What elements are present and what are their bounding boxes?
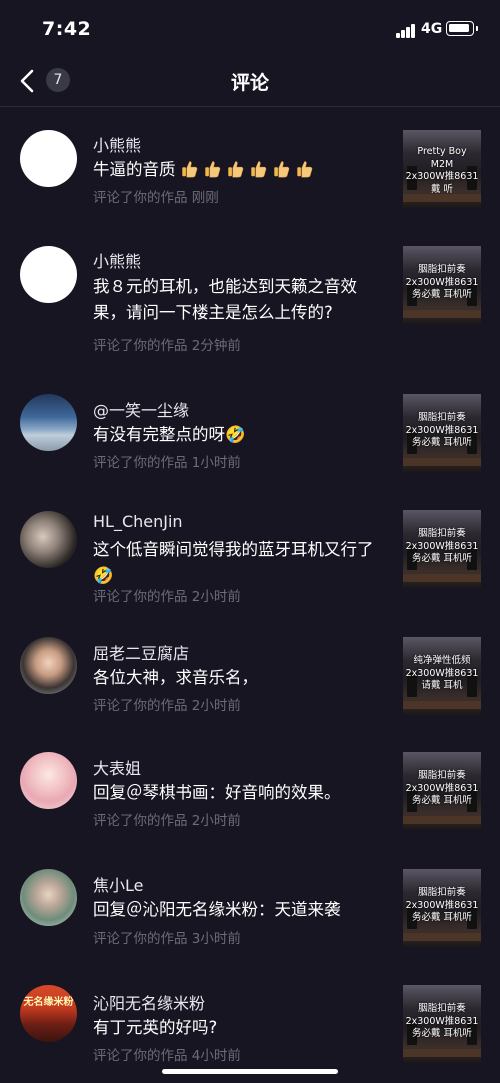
comment-meta: 评论了你的作品 2小时前: [93, 589, 241, 605]
thumbnail-caption-line: 胭脂扣前奏: [418, 264, 466, 275]
thumbs-up-icon: [227, 161, 243, 178]
comment-meta: 评论了你的作品 刚刚: [93, 190, 219, 206]
thumbs-up-icon: [273, 161, 289, 178]
comment-text: 有丁元英的好吗?: [93, 1018, 218, 1037]
video-thumbnail[interactable]: 胭脂扣前奏 2x300W推8631 务必戴 耳机听: [403, 752, 481, 830]
avatar[interactable]: [20, 752, 77, 809]
thumbs-up-icon: [181, 161, 197, 178]
nav-header: 7 评论: [0, 58, 500, 107]
comment-meta: 评论了你的作品 2小时前: [93, 813, 241, 829]
comment-row[interactable]: 小熊熊 我８元的耳机，也能达到天籁之音效果，请问一下楼主是怎么上传的? 评论了你…: [0, 223, 500, 373]
thumbnail-caption-line: 务必戴 耳机听: [411, 795, 473, 806]
page-title: 评论: [230, 72, 269, 94]
comment-meta: 评论了你的作品 2分钟前: [93, 338, 241, 354]
thumbnail-caption-line: 务必戴 耳机听: [411, 437, 473, 448]
thumbnail-caption-line: M2M: [430, 158, 454, 170]
comment-text: 有没有完整点的呀🤣: [93, 425, 246, 444]
video-thumbnail[interactable]: 胭脂扣前奏 2x300W推8631 务必戴 耳机听: [403, 985, 481, 1063]
commenter-name[interactable]: HL_ChenJin: [93, 512, 183, 531]
comment-text-body: 牛逼的音质: [93, 160, 176, 179]
video-thumbnail[interactable]: 纯净弹性低频 2x300W推8631 请戴 耳机: [403, 637, 481, 715]
thumbs-up-icon: [296, 161, 312, 178]
thumbnail-caption-line: 胭脂扣前奏: [418, 770, 466, 781]
comment-text: 牛逼的音质: [93, 157, 389, 183]
video-thumbnail[interactable]: 胭脂扣前奏 2x300W推8631 务必戴 耳机听: [403, 510, 481, 588]
thumbnail-caption-line: 2x300W推8631: [405, 276, 479, 288]
comment-row[interactable]: HL_ChenJin 这个低音瞬间觉得我的蓝牙耳机又行了🤣 评论了你的作品 2小…: [0, 491, 500, 610]
comment-row[interactable]: 小熊熊 牛逼的音质 评论了你的作品 刚刚 Pretty Boy M2M 2x30…: [0, 107, 500, 223]
video-thumbnail[interactable]: 胭脂扣前奏 2x300W推8631 务必戴 耳机听: [403, 394, 481, 472]
comment-text: 我８元的耳机，也能达到天籁之音效果，请问一下楼主是怎么上传的?: [93, 277, 357, 322]
comment-row[interactable]: 无名缘米粉 沁阳无名缘米粉 有丁元英的好吗? 评论了你的作品 4小时前 胭脂扣前…: [0, 963, 500, 1083]
comment-meta: 评论了你的作品 4小时前: [93, 1048, 241, 1064]
thumbnail-caption-line: 2x300W推8631: [405, 1015, 479, 1027]
thumbnail-caption-line: 纯净弹性低频: [413, 655, 471, 666]
signal-icon: [396, 24, 416, 38]
avatar[interactable]: [20, 869, 77, 926]
thumbnail-caption-line: 务必戴 耳机听: [411, 1028, 473, 1039]
battery-icon: [446, 21, 478, 36]
status-bar: 7:42 4G: [0, 0, 500, 58]
thumbnail-caption-line: 胭脂扣前奏: [418, 412, 466, 423]
commenter-name[interactable]: 焦小Le: [93, 872, 143, 896]
comment-meta: 评论了你的作品 2小时前: [93, 698, 241, 714]
comment-text: 这个低音瞬间觉得我的蓝牙耳机又行了🤣: [93, 540, 374, 585]
comment-meta: 评论了你的作品 3小时前: [93, 931, 241, 947]
status-time: 7:42: [42, 18, 92, 40]
commenter-name[interactable]: 小熊熊: [93, 132, 141, 156]
comment-text: 回复＠沁阳无名缘米粉：天道来袭: [93, 900, 341, 919]
video-thumbnail[interactable]: 胭脂扣前奏 2x300W推8631 务必戴 耳机听: [403, 246, 481, 324]
avatar[interactable]: [20, 511, 77, 568]
thumbnail-caption-line: 胭脂扣前奏: [418, 528, 466, 539]
video-thumbnail[interactable]: Pretty Boy M2M 2x300W推8631 戴 听: [403, 130, 481, 208]
avatar[interactable]: [20, 246, 77, 303]
thumbnail-caption-line: 务必戴 耳机听: [411, 553, 473, 564]
home-indicator[interactable]: [162, 1069, 338, 1074]
thumbnail-caption-line: 2x300W推8631: [405, 171, 479, 182]
thumbnail-caption-line: 胭脂扣前奏: [418, 1003, 466, 1014]
comment-row[interactable]: 焦小Le 回复＠沁阳无名缘米粉：天道来袭 评论了你的作品 3小时前 胭脂扣前奏 …: [0, 845, 500, 963]
network-type: 4G: [421, 21, 443, 37]
commenter-name[interactable]: 小熊熊: [93, 248, 141, 272]
avatar[interactable]: [20, 637, 77, 694]
thumbs-up-icon: [204, 161, 220, 178]
thumbnail-caption-line: 戴 听: [430, 183, 454, 195]
thumbnail-caption-line: 请戴 耳机: [421, 680, 463, 691]
avatar[interactable]: [20, 394, 77, 451]
commenter-name[interactable]: 屈老二豆腐店: [93, 640, 189, 664]
thumbnail-caption-line: Pretty Boy: [417, 146, 467, 157]
thumbnail-caption-line: 2x300W推8631: [405, 424, 479, 436]
comment-text: 各位大神，求音乐名，: [93, 668, 258, 687]
avatar[interactable]: [20, 130, 77, 187]
thumbnail-caption-line: 2x300W推8631: [405, 667, 479, 679]
thumbnail-caption-line: 2x300W推8631: [405, 899, 479, 911]
thumbs-up-icon: [250, 161, 266, 178]
thumbnail-caption-line: 2x300W推8631: [405, 782, 479, 794]
comment-row[interactable]: @一笑一尘缘 有没有完整点的呀🤣 评论了你的作品 1小时前 胭脂扣前奏 2x30…: [0, 373, 500, 491]
commenter-name[interactable]: 沁阳无名缘米粉: [93, 990, 205, 1014]
comment-text: 回复＠琴棋书画：好音响的效果。: [93, 783, 341, 802]
avatar-shop-sign: 无名缘米粉: [23, 997, 74, 1008]
thumbnail-caption-line: 2x300W推8631: [405, 540, 479, 552]
thumbnail-caption-line: 务必戴 耳机听: [411, 912, 473, 923]
comment-row[interactable]: 屈老二豆腐店 各位大神，求音乐名， 评论了你的作品 2小时前 纯净弹性低频 2x…: [0, 610, 500, 727]
comment-row[interactable]: 大表姐 回复＠琴棋书画：好音响的效果。 评论了你的作品 2小时前 胭脂扣前奏 2…: [0, 727, 500, 845]
thumbnail-caption-line: 胭脂扣前奏: [418, 887, 466, 898]
commenter-name[interactable]: 大表姐: [93, 755, 141, 779]
thumbnail-caption-line: 务必戴 耳机听: [411, 289, 473, 300]
commenter-name[interactable]: @一笑一尘缘: [93, 397, 189, 421]
video-thumbnail[interactable]: 胭脂扣前奏 2x300W推8631 务必戴 耳机听: [403, 869, 481, 947]
avatar[interactable]: 无名缘米粉: [20, 985, 77, 1042]
comment-meta: 评论了你的作品 1小时前: [93, 455, 241, 471]
thumbs-up-emoji-group: [176, 160, 314, 179]
